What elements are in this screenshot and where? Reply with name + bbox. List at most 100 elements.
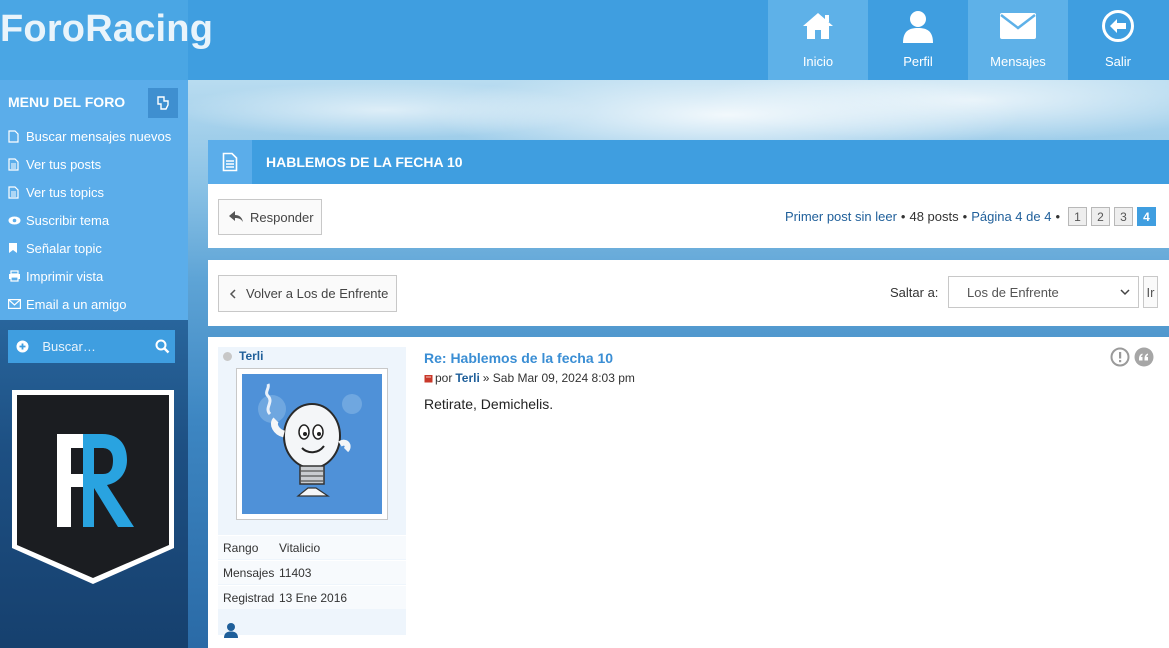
search-button[interactable]: [150, 339, 175, 354]
topic-action-bar: Responder Primer post sin leer • 48 post…: [208, 184, 1169, 248]
jump-to-label: Saltar a:: [890, 285, 939, 300]
jump-to-select[interactable]: Los de Enfrente: [948, 276, 1139, 308]
nav-perfil-label: Perfil: [903, 54, 933, 69]
site-header: ForoRacing Inicio Perfil Mensajes Salir: [0, 0, 1169, 80]
profile-row-joined: Registrado: 13 Ene 2016: [218, 585, 406, 609]
print-icon: [9, 270, 20, 282]
profile-value: 13 Ene 2016: [279, 590, 348, 605]
nav-salir-label: Salir: [1104, 54, 1131, 69]
author-username[interactable]: Terli: [239, 349, 263, 363]
post-by-label: por: [435, 371, 453, 385]
profile-row-posts: Mensajes: 11403: [218, 560, 406, 584]
sidebar-item-suscribir[interactable]: Suscribir tema: [0, 206, 188, 234]
jump-to-value: Los de Enfrente: [967, 284, 1059, 300]
forum-shield-logo[interactable]: [10, 388, 176, 591]
eye-icon: [8, 216, 21, 224]
reply-icon: [229, 211, 243, 222]
sidebar-item-label: Buscar mensajes nuevos: [26, 128, 172, 144]
profile-value[interactable]: 11403: [274, 566, 311, 580]
forum-navigation-bar: Volver a Los de Enfrente Saltar a: Los d…: [208, 260, 1169, 326]
topic-title: HABLEMOS DE LA FECHA 10: [266, 154, 463, 170]
page-info-link[interactable]: Página 4 de 4: [971, 209, 1051, 224]
quote-icon: [1134, 347, 1154, 367]
post-icon[interactable]: [424, 374, 433, 383]
sidebar-item-label: Email a un amigo: [26, 296, 127, 312]
profile-value: Vitalicio: [279, 540, 321, 555]
sidebar-item-email[interactable]: Email a un amigo: [0, 290, 188, 318]
page-link-3[interactable]: 3: [1114, 207, 1133, 226]
profile-key: Mensajes:: [223, 565, 274, 580]
post-date: » Sab Mar 09, 2024 8:03 pm: [482, 371, 635, 385]
sidebar-menu: MENU DEL FORO Buscar mensajes nuevos Ver…: [0, 80, 188, 320]
profile-key: Registrado:: [223, 590, 274, 605]
sidebar-title: MENU DEL FORO: [8, 94, 126, 110]
search-input[interactable]: [42, 339, 151, 354]
sidebar-search: [8, 330, 175, 363]
envelope-icon: [8, 299, 21, 309]
sidebar-item-label: Suscribir tema: [26, 212, 110, 228]
lightbulb-character-avatar: [242, 374, 382, 514]
chevron-left-icon: [229, 288, 236, 299]
sidebar-item-topics[interactable]: Ver tus topics: [0, 178, 188, 206]
quote-button[interactable]: [1134, 347, 1154, 367]
profile-user-icon[interactable]: [223, 622, 239, 638]
avatar[interactable]: [236, 368, 388, 520]
document-icon: [222, 152, 238, 172]
post-actions: [1106, 347, 1154, 367]
sidebar-item-label: Imprimir vista: [26, 268, 104, 284]
nav-inicio-label: Inicio: [802, 54, 834, 69]
user-icon: [903, 11, 933, 43]
topic-title-bar: HABLEMOS DE LA FECHA 10: [208, 140, 1169, 184]
sidebar-item-imprimir[interactable]: Imprimir vista: [0, 262, 188, 290]
page-link-current[interactable]: 4: [1137, 207, 1156, 226]
top-nav: Inicio Perfil Mensajes Salir: [768, 0, 1168, 80]
nav-mensajes-label: Mensajes: [990, 54, 1046, 69]
brand-box: ForoRacing: [0, 0, 213, 80]
sidebar-item-label: Ver tus posts: [26, 156, 102, 172]
envelope-icon: [1000, 13, 1036, 39]
sidebar-item-posts[interactable]: Ver tus posts: [0, 150, 188, 178]
logout-icon: [1102, 10, 1134, 42]
pagination: Primer post sin leer • 48 posts • Página…: [785, 207, 1156, 226]
post-meta: por Terli » Sab Mar 09, 2024 8:03 pm: [424, 371, 635, 385]
profile-key: Rango: [223, 540, 259, 555]
post-profile: Terli Rango Vitalicio Mensajes: 11403 Re…: [218, 347, 406, 638]
nav-salir-button[interactable]: Salir: [1068, 0, 1168, 80]
plus-circle-icon[interactable]: [16, 340, 29, 353]
page-link-1[interactable]: 1: [1068, 207, 1087, 226]
report-button[interactable]: [1110, 347, 1130, 367]
offline-status-icon: [223, 352, 232, 361]
bookmark-icon: [9, 243, 17, 253]
menu-toggle-button[interactable]: [148, 88, 178, 118]
nav-perfil-button[interactable]: Perfil: [868, 0, 968, 80]
site-logo-text[interactable]: ForoRacing: [0, 8, 213, 51]
nav-inicio-button[interactable]: Inicio: [768, 0, 868, 80]
hand-pointer-icon: [157, 96, 169, 110]
file-text-icon: [8, 157, 19, 171]
search-icon: [155, 339, 170, 354]
nav-mensajes-button[interactable]: Mensajes: [968, 0, 1068, 80]
posts-count: 48 posts: [909, 209, 959, 224]
file-icon: [8, 129, 19, 143]
chevron-down-icon: [1120, 289, 1130, 296]
sidebar-item-label: Ver tus topics: [26, 184, 105, 200]
file-text-icon: [8, 185, 19, 199]
first-unread-link[interactable]: Primer post sin leer: [785, 209, 897, 224]
sidebar-menu-list: Buscar mensajes nuevos Ver tus posts Ver…: [0, 122, 188, 318]
post: Terli Rango Vitalicio Mensajes: 11403 Re…: [208, 337, 1169, 648]
reply-button[interactable]: Responder: [218, 199, 322, 235]
sidebar-item-senalar[interactable]: Señalar topic: [0, 234, 188, 262]
post-author-link[interactable]: Terli: [455, 371, 479, 385]
profile-row-rank: Rango Vitalicio: [218, 535, 406, 559]
jump-go-button[interactable]: Ir: [1143, 276, 1158, 308]
back-to-forum-button[interactable]: Volver a Los de Enfrente: [218, 275, 397, 312]
report-icon: [1110, 347, 1130, 367]
post-content: Retirate, Demichelis.: [424, 396, 554, 412]
post-title[interactable]: Re: Hablemos de la fecha 10: [424, 350, 613, 366]
home-icon: [803, 13, 833, 39]
back-label: Volver a Los de Enfrente: [246, 286, 389, 301]
page-link-2[interactable]: 2: [1091, 207, 1110, 226]
sidebar-item-buscar[interactable]: Buscar mensajes nuevos: [0, 122, 188, 150]
reply-label: Responder: [250, 209, 314, 225]
sidebar-item-label: Señalar topic: [26, 240, 102, 256]
